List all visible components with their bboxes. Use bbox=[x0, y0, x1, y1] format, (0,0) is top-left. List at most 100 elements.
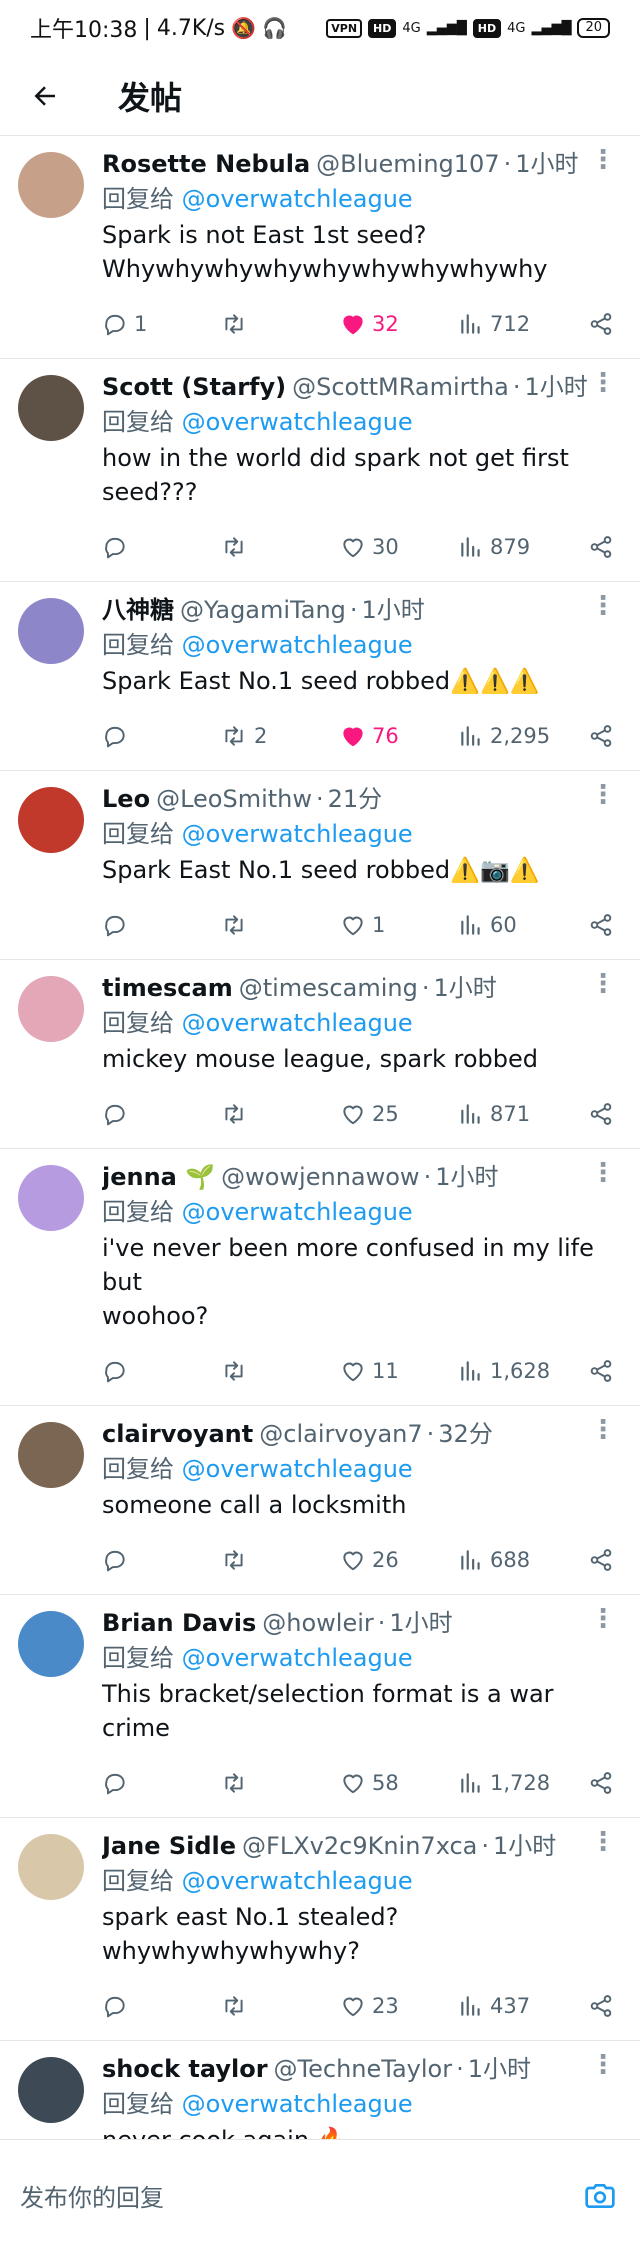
like-button[interactable]: 11 bbox=[340, 1358, 458, 1384]
reply-to-handle-link[interactable]: @overwatchleague bbox=[182, 1009, 413, 1037]
like-button[interactable]: 26 bbox=[340, 1547, 458, 1573]
share-button[interactable] bbox=[588, 1993, 614, 2019]
retweet-button[interactable] bbox=[220, 311, 340, 337]
author-handle[interactable]: @howleir bbox=[262, 1605, 374, 1641]
avatar[interactable] bbox=[18, 787, 84, 853]
author-handle[interactable]: @YagamiTang bbox=[180, 592, 346, 628]
author-handle[interactable]: @timescaming bbox=[239, 970, 418, 1006]
author-name[interactable]: Rosette Nebula bbox=[102, 146, 310, 182]
reply-item[interactable]: jenna 🌱 @wowjennawow · 1小时 回复给 @overwatc… bbox=[0, 1149, 640, 1406]
camera-button[interactable] bbox=[580, 2176, 620, 2216]
avatar[interactable] bbox=[18, 1834, 84, 1900]
reply-item[interactable]: clairvoyant @clairvoyan7 · 32分 回复给 @over… bbox=[0, 1406, 640, 1595]
author-handle[interactable]: @LeoSmithw bbox=[156, 781, 312, 817]
reply-to-handle-link[interactable]: @overwatchleague bbox=[182, 1455, 413, 1483]
more-options-icon[interactable]: ⋮ bbox=[590, 782, 616, 808]
views-button[interactable]: 712 bbox=[458, 311, 576, 337]
reply-to-handle-link[interactable]: @overwatchleague bbox=[182, 408, 413, 436]
views-button[interactable]: 1,628 bbox=[458, 1358, 576, 1384]
reply-button[interactable] bbox=[102, 1358, 220, 1384]
share-button[interactable] bbox=[588, 1770, 614, 1796]
reply-item[interactable]: Brian Davis @howleir · 1小时 回复给 @overwatc… bbox=[0, 1595, 640, 1818]
avatar[interactable] bbox=[18, 1165, 84, 1231]
share-button[interactable] bbox=[588, 1547, 614, 1573]
reply-to-handle-link[interactable]: @overwatchleague bbox=[182, 1198, 413, 1226]
reply-button[interactable] bbox=[102, 723, 220, 749]
reply-item[interactable]: Scott (Starfy) @ScottMRamirtha · 1小时 回复给… bbox=[0, 359, 640, 582]
reply-to-handle-link[interactable]: @overwatchleague bbox=[182, 1644, 413, 1672]
author-handle[interactable]: @wowjennawow bbox=[221, 1159, 419, 1195]
reply-input[interactable]: 发布你的回复 bbox=[20, 2178, 164, 2213]
author-name[interactable]: Jane Sidle bbox=[102, 1828, 236, 1864]
more-options-icon[interactable]: ⋮ bbox=[590, 147, 616, 173]
reply-button[interactable] bbox=[102, 534, 220, 560]
views-button[interactable]: 437 bbox=[458, 1993, 576, 2019]
avatar[interactable] bbox=[18, 152, 84, 218]
reply-button[interactable] bbox=[102, 912, 220, 938]
more-options-icon[interactable]: ⋮ bbox=[590, 370, 616, 396]
author-handle[interactable]: @clairvoyan7 bbox=[259, 1416, 422, 1452]
author-name[interactable]: Scott (Starfy) bbox=[102, 369, 286, 405]
retweet-button[interactable] bbox=[220, 912, 340, 938]
author-handle[interactable]: @ScottMRamirtha bbox=[292, 369, 509, 405]
share-button[interactable] bbox=[588, 311, 614, 337]
retweet-button[interactable] bbox=[220, 1358, 340, 1384]
reply-item[interactable]: 八神糖 @YagamiTang · 1小时 回复给 @overwatchleag… bbox=[0, 582, 640, 771]
like-button[interactable]: 25 bbox=[340, 1101, 458, 1127]
retweet-button[interactable] bbox=[220, 1101, 340, 1127]
avatar[interactable] bbox=[18, 2057, 84, 2123]
reply-button[interactable] bbox=[102, 1547, 220, 1573]
author-handle[interactable]: @TechneTaylor bbox=[274, 2051, 453, 2087]
reply-composer[interactable]: 发布你的回复 bbox=[0, 2139, 640, 2251]
more-options-icon[interactable]: ⋮ bbox=[590, 2052, 616, 2078]
avatar[interactable] bbox=[18, 375, 84, 441]
avatar[interactable] bbox=[18, 976, 84, 1042]
avatar[interactable] bbox=[18, 598, 84, 664]
share-button[interactable] bbox=[588, 1101, 614, 1127]
author-name[interactable]: shock taylor bbox=[102, 2051, 268, 2087]
like-button[interactable]: 30 bbox=[340, 534, 458, 560]
reply-to-handle-link[interactable]: @overwatchleague bbox=[182, 820, 413, 848]
reply-to-handle-link[interactable]: @overwatchleague bbox=[182, 1867, 413, 1895]
avatar[interactable] bbox=[18, 1422, 84, 1488]
views-button[interactable]: 1,728 bbox=[458, 1770, 576, 1796]
like-button[interactable]: 58 bbox=[340, 1770, 458, 1796]
like-button[interactable]: 76 bbox=[340, 723, 458, 749]
share-button[interactable] bbox=[588, 912, 614, 938]
author-handle[interactable]: @Blueming107 bbox=[316, 146, 499, 182]
like-button[interactable]: 32 bbox=[340, 311, 458, 337]
author-name[interactable]: Leo bbox=[102, 781, 150, 817]
author-name[interactable]: jenna 🌱 bbox=[102, 1159, 215, 1195]
reply-item[interactable]: Jane Sidle @FLXv2c9Knin7xca · 1小时 回复给 @o… bbox=[0, 1818, 640, 2041]
reply-item[interactable]: Rosette Nebula @Blueming107 · 1小时 回复给 @o… bbox=[0, 136, 640, 359]
reply-to-handle-link[interactable]: @overwatchleague bbox=[182, 631, 413, 659]
retweet-button[interactable] bbox=[220, 534, 340, 560]
reply-to-handle-link[interactable]: @overwatchleague bbox=[182, 2090, 413, 2118]
more-options-icon[interactable]: ⋮ bbox=[590, 971, 616, 997]
like-button[interactable]: 23 bbox=[340, 1993, 458, 2019]
share-button[interactable] bbox=[588, 1358, 614, 1384]
reply-button[interactable] bbox=[102, 1993, 220, 2019]
retweet-button[interactable] bbox=[220, 1993, 340, 2019]
back-button[interactable] bbox=[0, 56, 90, 136]
share-button[interactable] bbox=[588, 534, 614, 560]
share-button[interactable] bbox=[588, 723, 614, 749]
more-options-icon[interactable]: ⋮ bbox=[590, 1606, 616, 1632]
more-options-icon[interactable]: ⋮ bbox=[590, 1417, 616, 1443]
author-handle[interactable]: @FLXv2c9Knin7xca bbox=[242, 1828, 477, 1864]
more-options-icon[interactable]: ⋮ bbox=[590, 1829, 616, 1855]
reply-to-handle-link[interactable]: @overwatchleague bbox=[182, 185, 413, 213]
replies-feed[interactable]: Rosette Nebula @Blueming107 · 1小时 回复给 @o… bbox=[0, 136, 640, 2251]
reply-button[interactable] bbox=[102, 1770, 220, 1796]
more-options-icon[interactable]: ⋮ bbox=[590, 1160, 616, 1186]
author-name[interactable]: timescam bbox=[102, 970, 233, 1006]
retweet-button[interactable]: 2 bbox=[220, 723, 340, 749]
reply-item[interactable]: Leo @LeoSmithw · 21分 回复给 @overwatchleagu… bbox=[0, 771, 640, 960]
more-options-icon[interactable]: ⋮ bbox=[590, 593, 616, 619]
author-name[interactable]: clairvoyant bbox=[102, 1416, 253, 1452]
views-button[interactable]: 60 bbox=[458, 912, 576, 938]
reply-button[interactable] bbox=[102, 1101, 220, 1127]
author-name[interactable]: Brian Davis bbox=[102, 1605, 256, 1641]
like-button[interactable]: 1 bbox=[340, 912, 458, 938]
views-button[interactable]: 2,295 bbox=[458, 723, 576, 749]
